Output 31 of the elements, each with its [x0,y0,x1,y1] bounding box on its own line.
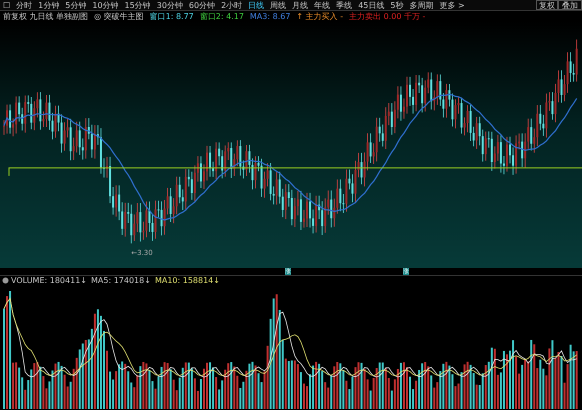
indicator-value: 主力卖出 0.00 千万 - [348,11,426,22]
period-tab[interactable]: 月线 [289,0,312,10]
toolbar-button[interactable]: 复权 [536,0,558,10]
indicator-value: MA3: 8.67 [248,11,292,22]
period-tab[interactable]: 5分钟 [62,0,90,10]
toolbar-button[interactable]: 叠加 [558,0,582,10]
indicator-value: ↑ 主力买入 - [295,11,344,22]
period-tab[interactable]: 10分钟 [89,0,122,10]
period-tab[interactable]: 15分钟 [122,0,154,10]
period-tab[interactable]: 1分钟 [35,0,62,10]
indicator-value: 窗口1: 8.77 [148,11,195,22]
period-tab[interactable]: 2小时 [218,0,246,10]
menu-icon[interactable]: ☐ [0,0,14,10]
volume-reading: MA5: 174018↓ [90,276,152,285]
period-tab[interactable]: 季线 [333,0,356,10]
period-tab[interactable]: 多周期 [406,0,436,10]
period-tab[interactable]: 周线 [267,0,290,10]
period-tab[interactable]: 5秒 [387,0,406,10]
more-link[interactable]: 更多 > [436,0,468,10]
indicator-value: ◎ 突破牛主图 [93,11,145,22]
period-tab[interactable]: 分时 [13,0,36,10]
indicator-value: 前复权 九日线 单独副图 [2,11,90,22]
period-tab[interactable]: 60分钟 [186,0,218,10]
period-tab[interactable]: 30分钟 [154,0,186,10]
period-tab[interactable]: 日线 [245,0,268,10]
volume-reading: VOLUME: 180411↓ [11,276,88,285]
settings-icon[interactable] [2,277,9,284]
period-tab[interactable]: 年线 [311,0,334,10]
volume-reading: MA10: 158814↓ [154,276,221,285]
period-tab[interactable]: 45日线 [355,0,388,10]
indicator-value: 窗口2: 4.17 [198,11,245,22]
